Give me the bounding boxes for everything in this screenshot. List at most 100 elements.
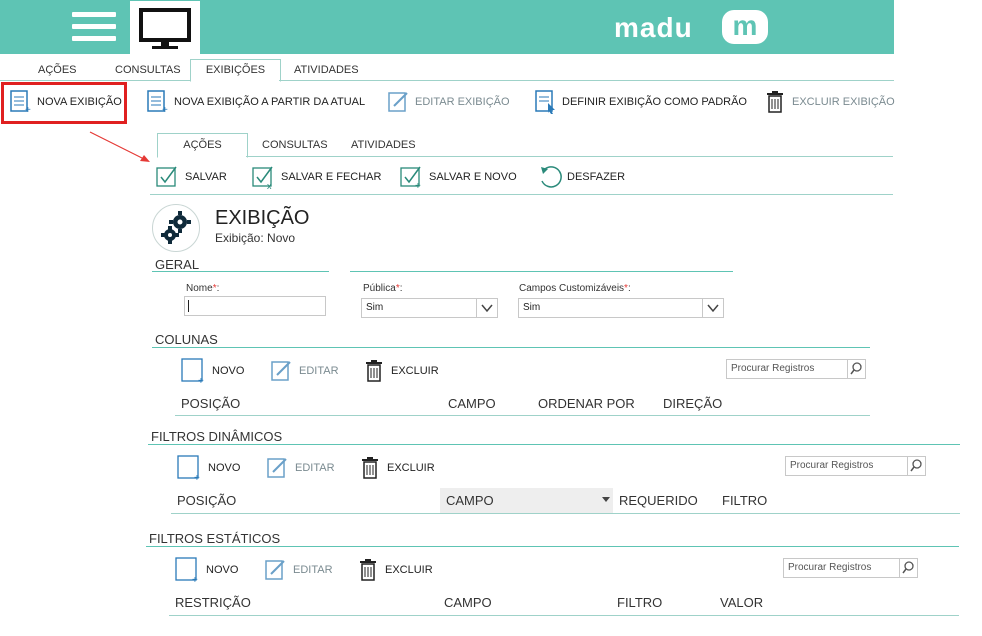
save-close-icon: x xyxy=(252,166,273,189)
save-check-icon xyxy=(156,166,177,187)
pointer-arrow-icon xyxy=(89,131,150,162)
estaticos-delete-button[interactable]: EXCLUIR xyxy=(358,557,433,583)
brand-name: madu xyxy=(614,12,693,43)
colunas-delete-button[interactable]: EXCLUIR xyxy=(364,358,439,384)
form-tab-consultas[interactable]: CONSULTAS xyxy=(262,139,328,151)
section-geral: GERAL xyxy=(155,257,200,272)
name-field-label: Nome*: xyxy=(186,283,220,294)
form-tab-atividades[interactable]: ATIVIDADES xyxy=(351,139,416,151)
search-icon[interactable] xyxy=(899,559,917,577)
save-close-button[interactable]: x SALVAR E FECHAR xyxy=(252,165,381,189)
delete-view-label: EXCLUIR EXIBIÇÃO xyxy=(792,96,895,108)
dinamicos-search-input[interactable]: Procurar Registros xyxy=(785,456,926,476)
search-icon[interactable] xyxy=(907,457,925,475)
record-icon xyxy=(152,204,200,252)
gears-icon xyxy=(161,211,191,244)
set-default-view-label: DEFINIR EXIBIÇÃO COMO PADRÃO xyxy=(562,96,747,108)
hamburger-icon[interactable] xyxy=(72,12,116,42)
tab-divider xyxy=(279,80,894,81)
save-new-button[interactable]: + SALVAR E NOVO xyxy=(400,165,517,189)
tab-acoes[interactable]: AÇÕES xyxy=(38,64,77,76)
trash-icon xyxy=(362,457,378,479)
estaticos-edit-button[interactable]: EDITAR xyxy=(264,557,333,583)
estaticos-col-campo[interactable]: CAMPO xyxy=(444,595,492,610)
public-select[interactable]: Sim xyxy=(361,298,498,318)
custom-fields-select-value: Sim xyxy=(523,302,541,313)
grid-header-line xyxy=(171,513,960,514)
dinamicos-edit-button[interactable]: EDITAR xyxy=(266,455,335,481)
grid-header-line xyxy=(169,615,959,616)
svg-text:+: + xyxy=(162,105,168,114)
svg-text:+: + xyxy=(194,473,200,481)
tab-consultas[interactable]: CONSULTAS xyxy=(115,64,181,76)
estaticos-search-input[interactable]: Procurar Registros xyxy=(783,558,918,578)
edit-icon xyxy=(267,458,287,478)
save-new-label: SALVAR E NOVO xyxy=(429,171,517,183)
edit-icon xyxy=(388,92,408,112)
sort-down-icon xyxy=(602,497,610,502)
save-label: SALVAR xyxy=(185,171,227,183)
colunas-search-input[interactable]: Procurar Registros xyxy=(726,359,866,379)
section-line xyxy=(146,546,959,547)
dinamicos-col-posicao[interactable]: POSIÇÃO xyxy=(177,493,236,508)
save-button[interactable]: SALVAR xyxy=(156,165,227,189)
section-line xyxy=(350,271,733,272)
dinamicos-col-campo: CAMPO xyxy=(446,493,494,508)
new-item-icon: + xyxy=(181,358,204,384)
undo-label: DESFAZER xyxy=(567,171,626,183)
section-line xyxy=(148,444,960,445)
name-input[interactable] xyxy=(184,296,326,316)
section-filtros-dinamicos: FILTROS DINÂMICOS xyxy=(151,429,283,444)
trash-icon xyxy=(767,91,783,113)
toolbar-divider xyxy=(150,194,893,195)
undo-icon xyxy=(541,166,562,188)
colunas-edit-button[interactable]: EDITAR xyxy=(270,358,339,384)
dinamicos-col-requerido[interactable]: REQUERIDO xyxy=(619,493,698,508)
record-title: EXIBIÇÃO xyxy=(215,207,310,229)
trash-icon xyxy=(366,360,382,382)
public-select-value: Sim xyxy=(366,302,384,313)
set-default-view-button[interactable]: DEFINIR EXIBIÇÃO COMO PADRÃO xyxy=(535,90,747,114)
trash-icon xyxy=(360,559,376,581)
tab-atividades[interactable]: ATIVIDADES xyxy=(294,64,359,76)
svg-text:+: + xyxy=(198,376,204,384)
svg-text:+: + xyxy=(415,181,421,189)
colunas-col-ordenar[interactable]: ORDENAR POR xyxy=(538,396,635,411)
save-new-icon: + xyxy=(400,166,421,189)
estaticos-col-filtro[interactable]: FILTRO xyxy=(617,595,662,610)
dinamicos-col-filtro[interactable]: FILTRO xyxy=(722,493,767,508)
new-item-icon: + xyxy=(175,557,198,583)
section-line xyxy=(152,347,870,348)
new-view-from-current-button[interactable]: + NOVA EXIBIÇÃO A PARTIR DA ATUAL xyxy=(147,90,365,114)
dinamicos-delete-button[interactable]: EXCLUIR xyxy=(360,455,435,481)
dinamicos-new-button[interactable]: + NOVO xyxy=(177,455,240,481)
chevron-down-icon xyxy=(702,299,723,317)
delete-view-button[interactable]: EXCLUIR EXIBIÇÃO xyxy=(765,90,895,114)
undo-button[interactable]: DESFAZER xyxy=(538,165,625,189)
estaticos-col-valor[interactable]: VALOR xyxy=(720,595,763,610)
estaticos-col-restricao[interactable]: RESTRIÇÃO xyxy=(175,595,251,610)
highlight-box xyxy=(1,82,127,124)
search-icon[interactable] xyxy=(847,360,865,378)
colunas-col-campo[interactable]: CAMPO xyxy=(448,396,496,411)
custom-fields-select[interactable]: Sim xyxy=(518,298,724,318)
section-colunas: COLUNAS xyxy=(155,332,218,347)
new-document-icon: + xyxy=(147,90,168,114)
public-field-label: Pública*: xyxy=(363,283,403,294)
section-filtros-estaticos: FILTROS ESTÁTICOS xyxy=(149,531,281,546)
colunas-col-posicao[interactable]: POSIÇÃO xyxy=(181,396,240,411)
colunas-col-direcao[interactable]: DIREÇÃO xyxy=(663,396,722,411)
colunas-new-button[interactable]: + NOVO xyxy=(181,358,244,384)
form-tab-acoes[interactable]: AÇÕES xyxy=(157,133,248,158)
monitor-button[interactable] xyxy=(130,1,200,54)
estaticos-new-button[interactable]: + NOVO xyxy=(175,557,238,583)
new-view-from-current-label: NOVA EXIBIÇÃO A PARTIR DA ATUAL xyxy=(174,96,366,108)
edit-view-label: EDITAR EXIBIÇÃO xyxy=(415,96,510,108)
tab-divider xyxy=(0,80,190,81)
dinamicos-col-campo-sorted[interactable]: CAMPO xyxy=(440,488,613,513)
brand-logo: m xyxy=(722,10,768,44)
tab-exibicoes[interactable]: EXIBIÇÕES xyxy=(190,59,281,82)
record-subtitle: Exibição: Novo xyxy=(215,231,296,245)
chevron-down-icon xyxy=(476,299,497,317)
edit-view-button[interactable]: EDITAR EXIBIÇÃO xyxy=(388,90,510,114)
